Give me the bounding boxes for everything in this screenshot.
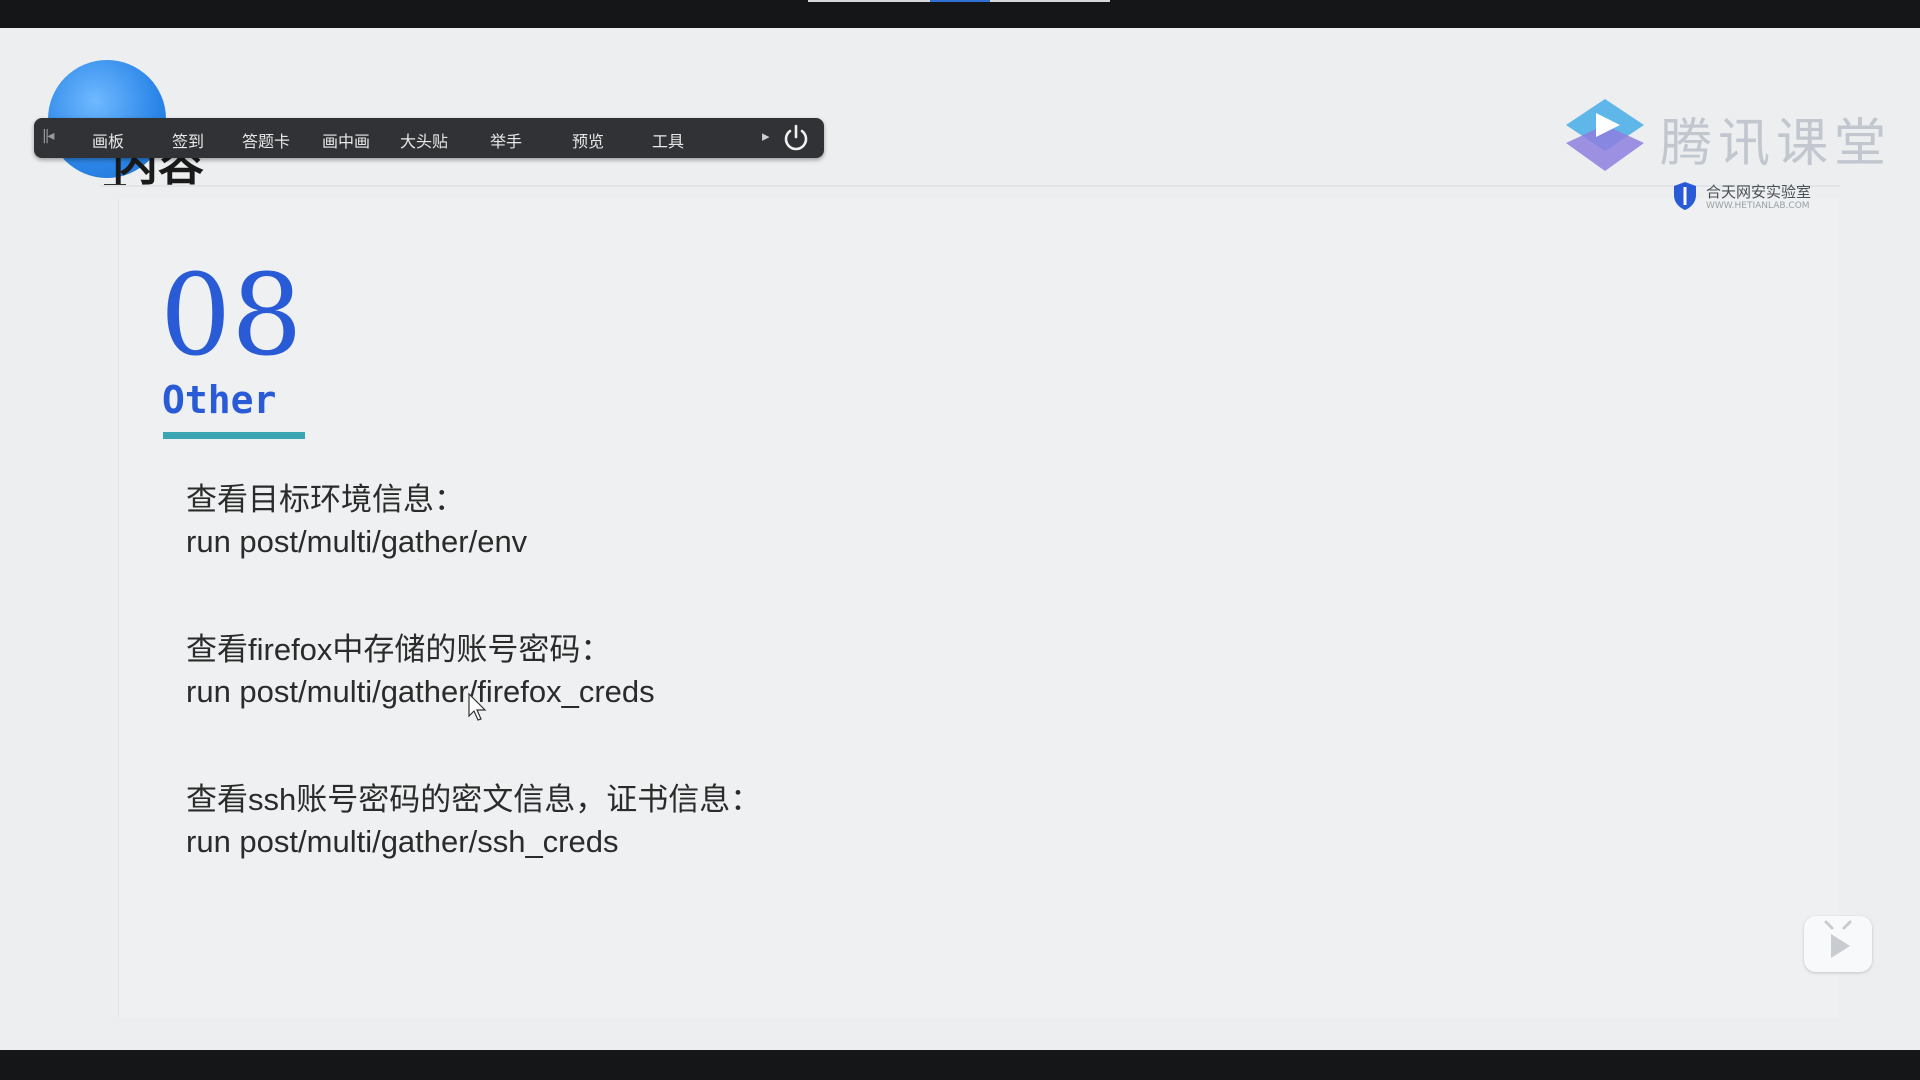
toolbar-item-photo-sticker[interactable]: 大头贴 <box>400 128 448 152</box>
content-panel <box>118 198 1839 1018</box>
item-command-3: run post/multi/gather/ssh_creds <box>186 824 619 859</box>
toolbar-item-preview[interactable]: 预览 <box>572 128 604 152</box>
item-command-2: run post/multi/gather/firefox_creds <box>186 674 655 709</box>
tencent-classroom-logo: 腾讯课堂 合天网安实验室 WWW.HETIANLAB.COM <box>1560 93 1886 223</box>
item-label-3: 查看ssh账号密码的密文信息，证书信息： <box>186 782 762 817</box>
collapse-toolbar-icon[interactable]: ||◂ <box>42 128 55 144</box>
classroom-toolbar: ||◂ 画板 签到 答题卡 画中画 大头贴 举手 预览 工具 ▸ <box>34 118 824 158</box>
toolbar-item-drawing-board[interactable]: 画板 <box>92 128 124 152</box>
section-number: 08 <box>160 251 303 381</box>
sub-brand-name: 合天网安实验室 <box>1706 183 1812 201</box>
toolbar-item-raise-hand[interactable]: 举手 <box>490 128 522 152</box>
section-underline <box>163 432 305 439</box>
sub-brand-url: WWW.HETIANLAB.COM <box>1706 201 1810 211</box>
brand-name: 腾讯课堂 <box>1660 114 1893 174</box>
top-progress-indicator <box>930 0 990 2</box>
toolbar-item-picture-in-picture[interactable]: 画中画 <box>322 128 370 152</box>
toolbar-item-check-in[interactable]: 签到 <box>172 128 204 152</box>
item-label-2: 查看firefox中存储的账号密码： <box>186 632 612 667</box>
video-bottom-bar <box>0 1050 1920 1080</box>
presentation-slide: 内容 腾讯课堂 合天网安实验室 WWW.HETIANLAB.COM 08 Oth… <box>0 28 1920 1050</box>
item-command-1: run post/multi/gather/env <box>186 524 528 559</box>
mouse-cursor-icon <box>468 692 487 721</box>
expand-arrow-icon[interactable]: ▸ <box>762 127 770 145</box>
toolbar-item-answer-card[interactable]: 答题卡 <box>242 128 290 152</box>
item-label-1: 查看目标环境信息： <box>186 482 465 517</box>
power-icon[interactable] <box>780 122 812 154</box>
section-title: Other <box>162 378 277 422</box>
toolbar-item-tools[interactable]: 工具 <box>652 128 684 152</box>
bilibili-play-button[interactable] <box>1804 916 1872 972</box>
video-top-bar <box>0 0 1920 28</box>
bilibili-play-icon <box>1824 920 1852 958</box>
tencent-classroom-logo-icon <box>1566 99 1644 171</box>
shield-logo-icon <box>1674 182 1696 210</box>
